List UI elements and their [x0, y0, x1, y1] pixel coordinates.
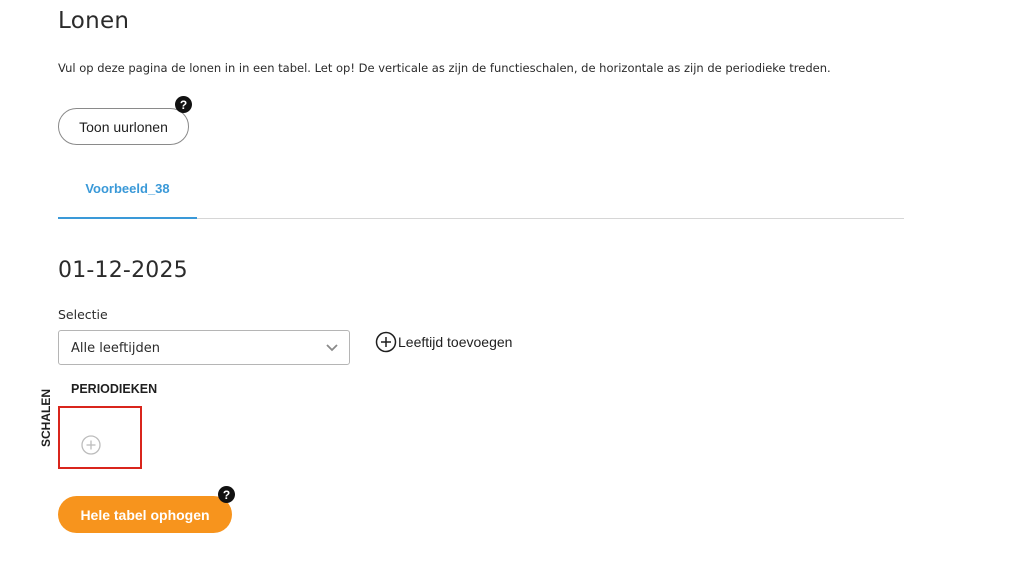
selection-label: Selectie — [58, 307, 108, 322]
tab-label: Voorbeeld_38 — [85, 181, 170, 196]
add-age-label: Leeftijd toevoegen — [398, 334, 513, 350]
raise-entire-table-label: Hele tabel ophogen — [80, 506, 210, 523]
plus-circle-icon — [375, 331, 397, 353]
section-date: 01-12-2025 — [58, 258, 188, 283]
lonen-page: Lonen Vul op deze pagina de lonen in in … — [0, 0, 1017, 580]
chevron-down-icon — [326, 344, 338, 352]
salary-table-empty-cell — [58, 406, 142, 469]
age-selection-dropdown[interactable]: Alle leeftijden — [58, 330, 350, 365]
plus-circle-icon[interactable] — [80, 434, 102, 456]
periodieken-axis-label: PERIODIEKEN — [71, 382, 158, 396]
selection-value: Alle leeftijden — [71, 341, 161, 356]
raise-entire-table-button[interactable]: Hele tabel ophogen — [58, 496, 232, 533]
schalen-text: SCHALEN — [39, 388, 54, 448]
help-icon[interactable]: ? — [175, 96, 192, 113]
tab-bar: Voorbeeld_38 — [58, 160, 904, 219]
page-intro: Vul op deze pagina de lonen in in een ta… — [58, 61, 831, 75]
schalen-axis-label: SCHALEN — [36, 382, 56, 454]
help-icon[interactable]: ? — [218, 486, 235, 503]
show-hourly-wages-button[interactable]: Toon uurlonen — [58, 108, 189, 145]
show-hourly-wages-label: Toon uurlonen — [79, 118, 168, 135]
page-title: Lonen — [58, 8, 130, 34]
add-age-button[interactable]: Leeftijd toevoegen — [375, 331, 512, 353]
tab-voorbeeld[interactable]: Voorbeeld_38 — [58, 160, 197, 219]
